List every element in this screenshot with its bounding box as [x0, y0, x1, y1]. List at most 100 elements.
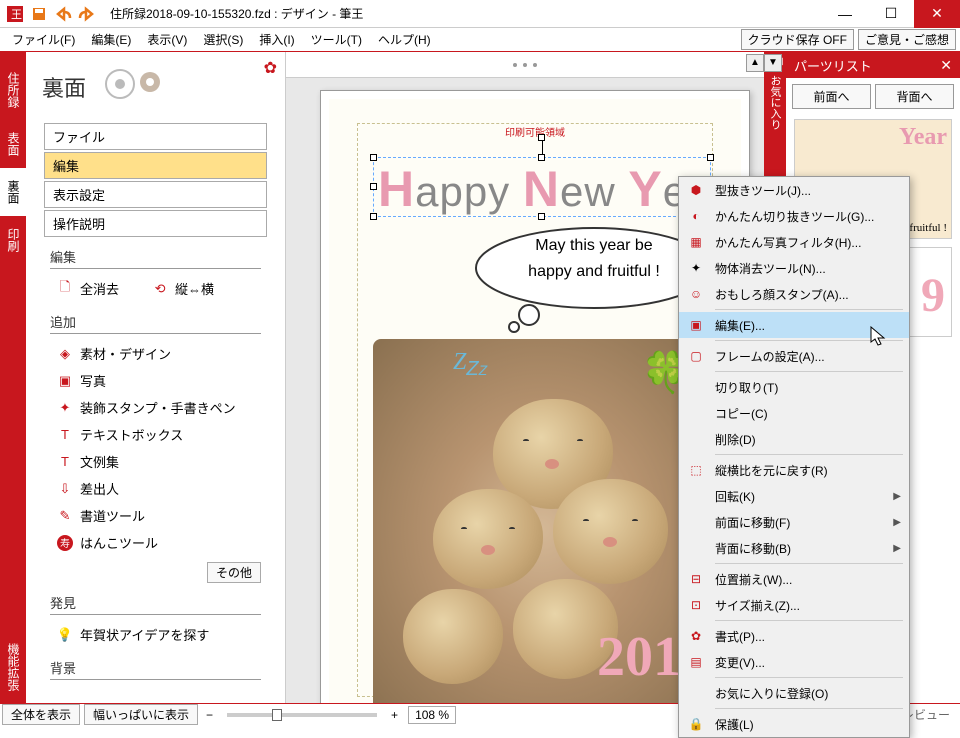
section-tab-edit[interactable]: 編集	[44, 152, 267, 179]
submenu-arrow-icon: ▶	[893, 491, 901, 502]
minimize-button[interactable]: —	[822, 0, 868, 28]
add-calligraphy[interactable]: ✎書道ツール	[50, 502, 261, 529]
discover-ideas[interactable]: 💡年賀状アイデアを探す	[50, 621, 261, 648]
zoom-slider[interactable]	[227, 713, 377, 717]
cm-easy-cut[interactable]: ◐かんたん切り抜きツール(G)...	[679, 203, 909, 229]
cm-format[interactable]: ✿書式(P)...	[679, 623, 909, 649]
zoom-in-button[interactable]: +	[385, 708, 404, 722]
resize-handle-n[interactable]	[538, 154, 545, 161]
add-hanko[interactable]: 寿はんこツール	[50, 529, 261, 556]
mouse-cursor	[870, 326, 888, 353]
resize-handle-ne[interactable]	[707, 154, 714, 161]
rotate-icon: ⟲	[151, 280, 169, 298]
add-stamp[interactable]: ✦装飾スタンプ・手書きペン	[50, 394, 261, 421]
cutout-icon: ⬢	[685, 180, 707, 200]
scroll-up-button[interactable]: ▲	[746, 54, 764, 72]
fit-all-button[interactable]: 全体を表示	[2, 704, 80, 725]
add-photo[interactable]: ▣写真	[50, 367, 261, 394]
stamp-icon: ✦	[56, 399, 74, 417]
menu-select[interactable]: 選択(S)	[195, 29, 251, 50]
menu-insert[interactable]: 挿入(I)	[251, 29, 302, 50]
cm-size[interactable]: ⊡サイズ揃え(Z)...	[679, 592, 909, 618]
scroll-down-button[interactable]: ▼	[764, 54, 782, 72]
parts-list-close-icon[interactable]: ✕	[940, 57, 952, 74]
cloud-save-button[interactable]: クラウド保存 OFF	[741, 29, 854, 50]
cm-align[interactable]: ⊟位置揃え(W)...	[679, 566, 909, 592]
section-tab-display[interactable]: 表示設定	[44, 181, 267, 208]
menu-edit[interactable]: 編集(E)	[83, 29, 139, 50]
move-front-button[interactable]: 前面へ	[792, 84, 871, 109]
easy-cut-icon: ◐	[685, 206, 707, 226]
cm-protect[interactable]: 🔒保護(L)	[679, 711, 909, 737]
menu-view[interactable]: 表示(V)	[139, 29, 195, 50]
cm-move-front[interactable]: 前面に移動(F)▶	[679, 509, 909, 535]
print-zone-label-top: 印刷可能領域	[505, 124, 565, 139]
section-tab-file[interactable]: ファイル	[44, 123, 267, 150]
tab-front[interactable]: 表面	[0, 120, 26, 168]
discover-section-title: 発見	[50, 593, 261, 615]
undo-icon[interactable]	[52, 3, 74, 25]
gear-icon[interactable]: ✿	[264, 58, 277, 78]
cm-add-fav[interactable]: お気に入りに登録(O)	[679, 680, 909, 706]
menu-file[interactable]: ファイル(F)	[4, 29, 83, 50]
submenu-arrow-icon: ▶	[893, 517, 901, 528]
filter-icon: ▦	[685, 232, 707, 252]
redo-icon[interactable]	[76, 3, 98, 25]
maximize-button[interactable]: ☐	[868, 0, 914, 28]
zzz-decoration: ZZZ	[453, 349, 487, 381]
cm-remove-obj[interactable]: ✦物体消去ツール(N)...	[679, 255, 909, 281]
cm-easy-filter[interactable]: ▦かんたん写真フィルタ(H)...	[679, 229, 909, 255]
selected-text-object[interactable]: Happy New Year	[373, 157, 711, 217]
rotate-button[interactable]: ⟲縦⇔横	[145, 275, 220, 302]
tab-addressbook[interactable]: 住所録	[0, 60, 26, 120]
background-section-title: 背景	[50, 658, 261, 680]
add-textbox[interactable]: Tテキストボックス	[50, 421, 261, 448]
add-material[interactable]: ◈素材・デザイン	[50, 340, 261, 367]
cm-cut[interactable]: 切り取り(T)	[679, 374, 909, 400]
menu-tools[interactable]: ツール(T)	[303, 29, 370, 50]
window-title: 住所録2018-09-10-155320.fzd : デザイン - 筆王	[102, 5, 822, 22]
photo-object[interactable]: ZZZ 🍀 201	[373, 339, 711, 703]
remove-icon: ✦	[685, 258, 707, 278]
material-icon: ◈	[56, 345, 74, 363]
zoom-out-button[interactable]: −	[200, 708, 219, 722]
cm-funny-face[interactable]: ☺おもしろ顔スタンプ(A)...	[679, 281, 909, 307]
year-text: 201	[597, 625, 681, 689]
samples-icon: T	[56, 453, 74, 471]
panel-title: 裏面	[42, 71, 86, 103]
feedback-button[interactable]: ご意見・ご感想	[858, 29, 956, 50]
canvas-grip[interactable]	[286, 52, 764, 78]
save-icon[interactable]	[28, 3, 50, 25]
section-tab-help[interactable]: 操作説明	[44, 210, 267, 237]
bulb-icon: 💡	[56, 626, 74, 644]
tab-print[interactable]: 印刷	[0, 216, 26, 264]
other-button[interactable]: その他	[207, 562, 261, 583]
tab-extensions[interactable]: 機能拡張	[0, 631, 26, 703]
format-icon: ✿	[685, 626, 707, 646]
cm-cutout[interactable]: ⬢型抜きツール(J)...	[679, 177, 909, 203]
cm-rotate[interactable]: 回転(K)▶	[679, 483, 909, 509]
menu-help[interactable]: ヘルプ(H)	[370, 29, 439, 50]
fit-width-button[interactable]: 幅いっぱいに表示	[84, 704, 198, 725]
resize-handle-nw[interactable]	[370, 154, 377, 161]
move-back-button[interactable]: 背面へ	[875, 84, 954, 109]
resize-handle-sw[interactable]	[370, 213, 377, 220]
cm-change[interactable]: ▤変更(V)...	[679, 649, 909, 675]
zoom-value[interactable]: 108 %	[408, 706, 456, 724]
close-button[interactable]: ✕	[914, 0, 960, 28]
rotate-handle[interactable]	[538, 134, 545, 141]
zoom-thumb[interactable]	[272, 709, 282, 721]
cm-move-back[interactable]: 背面に移動(B)▶	[679, 535, 909, 561]
clear-all-button[interactable]: 🗋全消去	[50, 275, 125, 302]
add-samples[interactable]: T文例集	[50, 448, 261, 475]
cm-copy[interactable]: コピー(C)	[679, 400, 909, 426]
frame-icon: ▢	[685, 346, 707, 366]
add-sender[interactable]: ⇩差出人	[50, 475, 261, 502]
resize-handle-w[interactable]	[370, 183, 377, 190]
resize-handle-s[interactable]	[538, 213, 545, 220]
cm-delete[interactable]: 削除(D)	[679, 426, 909, 452]
cm-reset-ratio[interactable]: ⬚縦横比を元に戻す(R)	[679, 457, 909, 483]
ratio-icon: ⬚	[685, 460, 707, 480]
favorites-label: お気に入り	[767, 75, 783, 130]
tab-back[interactable]: 裏面	[0, 168, 26, 216]
